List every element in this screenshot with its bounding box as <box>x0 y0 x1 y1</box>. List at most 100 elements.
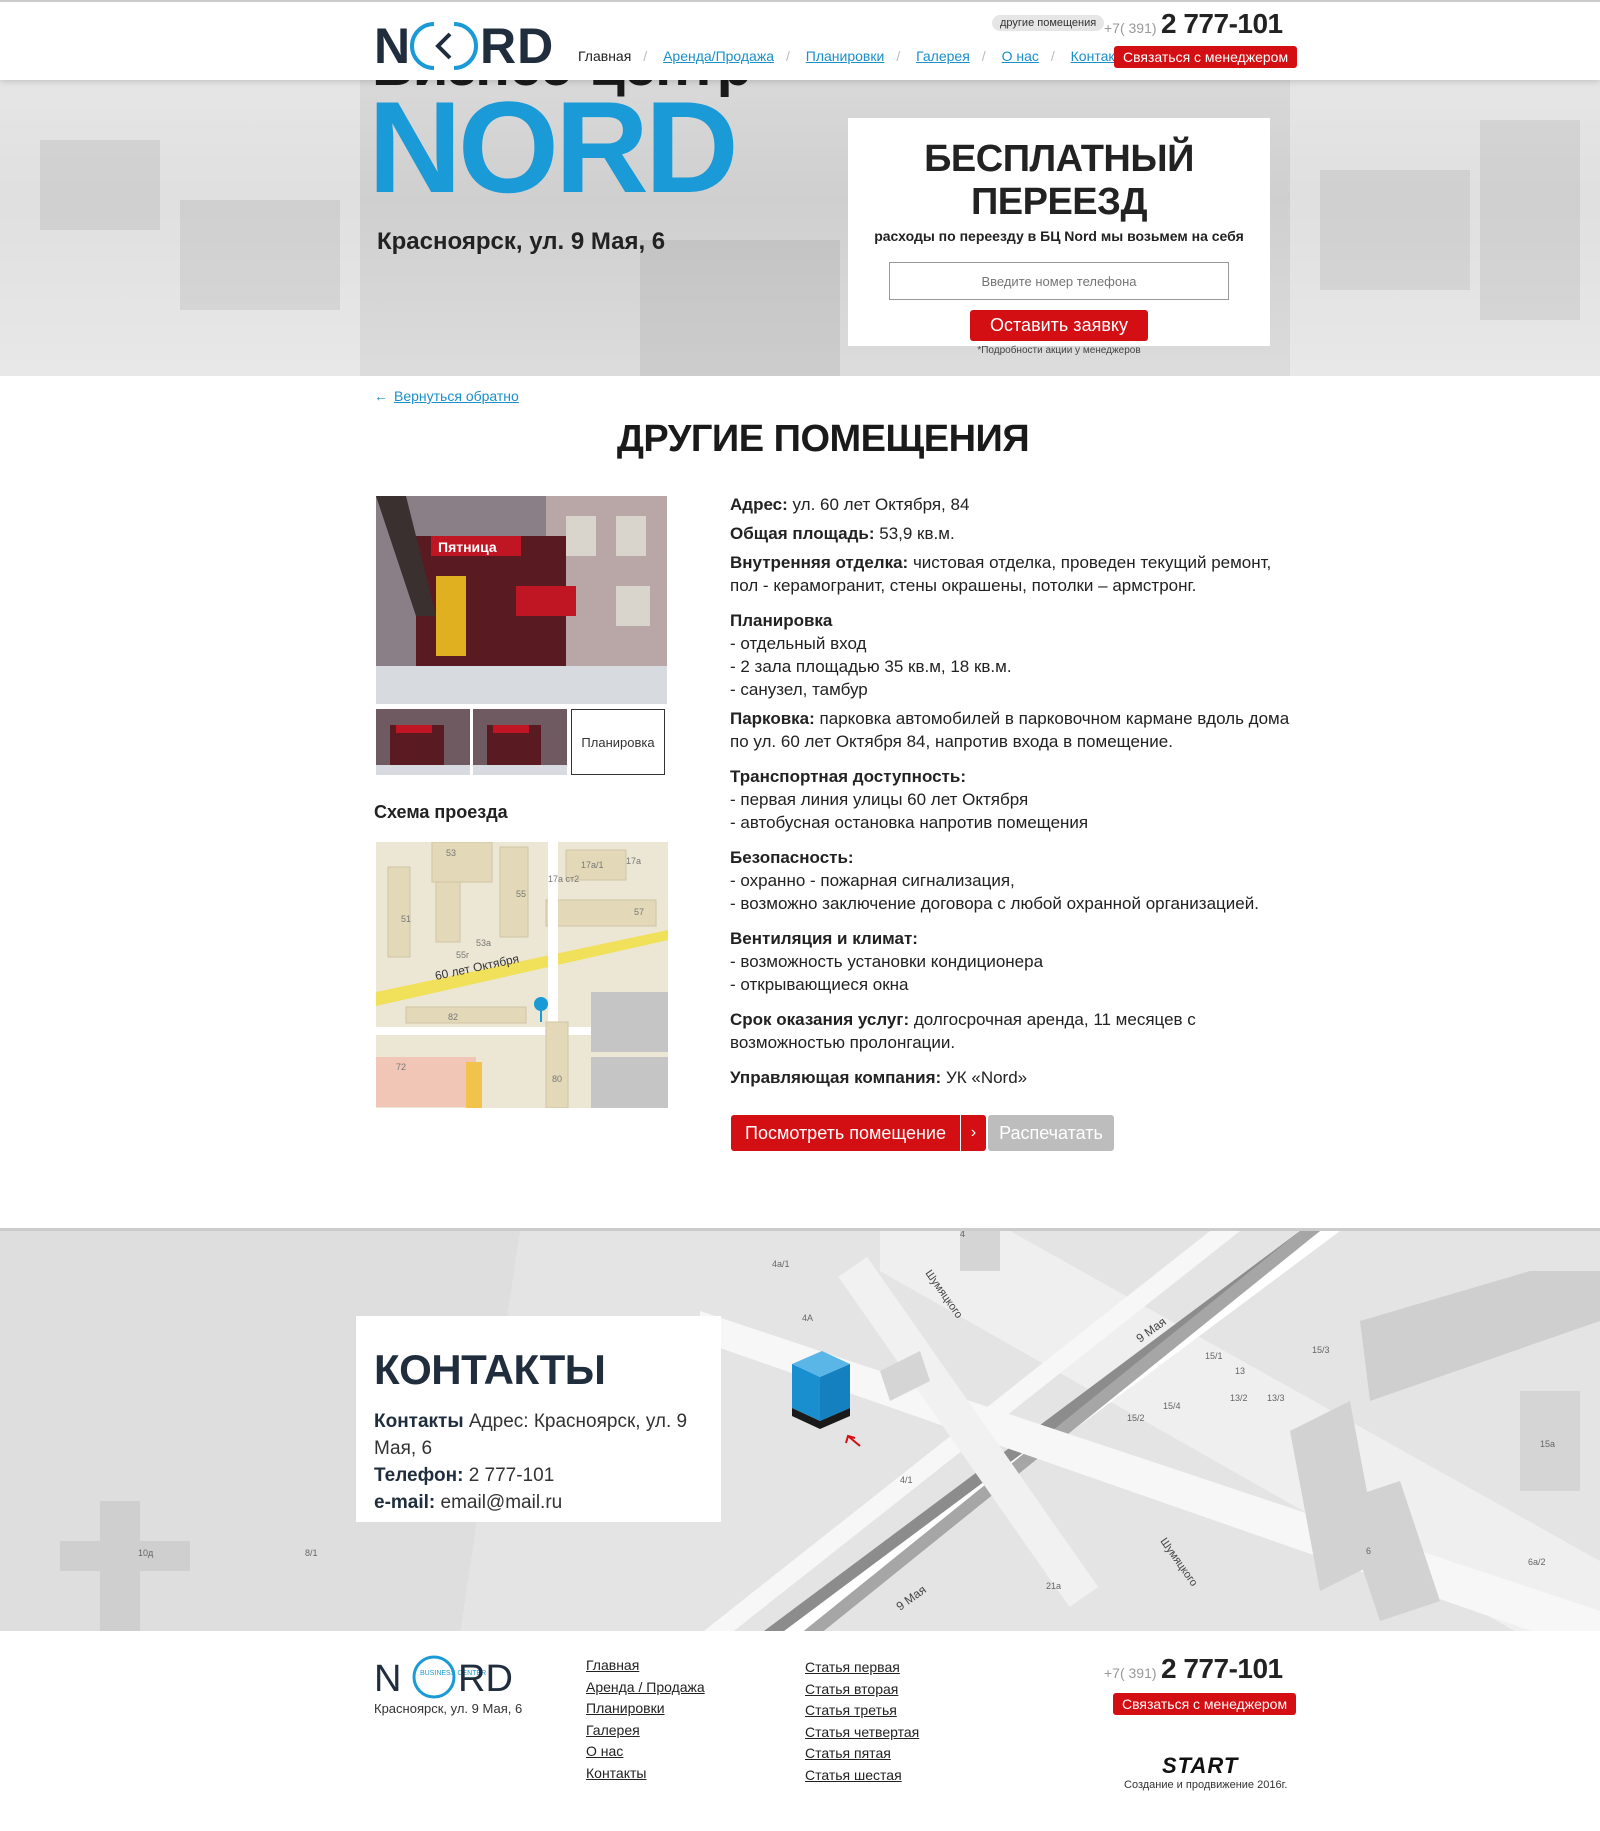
footer-articles: Статья первая Статья вторая Статья треть… <box>805 1657 919 1786</box>
area-value: 53,9 кв.м. <box>879 524 955 543</box>
route-map-icon: 60 лет Октября 53 51 55 57 53а 55г 82 72… <box>376 842 668 1108</box>
svg-text:53: 53 <box>446 848 456 858</box>
transport-item: - автобусная остановка напротив помещени… <box>730 813 1089 832</box>
footer-article-link[interactable]: Статья четвертая <box>805 1722 919 1744</box>
contacts-phone[interactable]: 2 777-101 <box>469 1465 555 1486</box>
management-value: УК «Nord» <box>945 1068 1028 1087</box>
view-room-button[interactable]: Посмотреть помещение › <box>731 1115 986 1151</box>
contacts-title: КОНТАКТЫ <box>374 1346 606 1393</box>
nav-item-gallery[interactable]: Галерея <box>916 48 970 64</box>
security-label: Безопасность: <box>730 848 854 867</box>
svg-text:21а: 21а <box>1046 1581 1061 1591</box>
svg-text:13/2: 13/2 <box>1230 1393 1248 1403</box>
svg-text:17а: 17а <box>626 856 641 866</box>
phone-number: 2 777-101 <box>1161 8 1283 39</box>
footer-contact-manager-button[interactable]: Связаться с менеджером <box>1113 1693 1297 1715</box>
nav-item-plans[interactable]: Планировки <box>806 48 885 64</box>
svg-text:15/4: 15/4 <box>1163 1401 1181 1411</box>
ventilation-label: Вентиляция и климат: <box>730 929 918 948</box>
svg-text:13/3: 13/3 <box>1267 1393 1285 1403</box>
submit-request-button[interactable]: Оставить заявку <box>970 310 1148 341</box>
nord-logo-icon: N RD <box>374 18 553 74</box>
svg-text:N: N <box>374 1658 401 1699</box>
back-link-label[interactable]: Вернуться обратно <box>394 388 519 404</box>
footer-article-link[interactable]: Статья пятая <box>805 1743 919 1765</box>
footer-link-contacts[interactable]: Контакты <box>586 1763 705 1785</box>
main-nav: Главная / Аренда/Продажа / Планировки / Гал… <box>578 48 1132 64</box>
print-button[interactable]: Распечатать <box>988 1115 1114 1151</box>
svg-text:4а/1: 4а/1 <box>772 1259 790 1269</box>
site-footer: N BUSINESS CENTER RD Красноярск, ул. 9 М… <box>0 1631 1600 1831</box>
footer-link-plans[interactable]: Планировки <box>586 1698 705 1720</box>
footer-link-home[interactable]: Главная <box>586 1655 705 1677</box>
security-item: - охранно - пожарная сигнализация, <box>730 871 1015 890</box>
svg-text:4А: 4А <box>802 1313 813 1323</box>
footer-article-link[interactable]: Статья третья <box>805 1700 919 1722</box>
photo-thumb-icon <box>376 709 470 775</box>
phone-code: +7( 391) <box>1104 20 1157 36</box>
start-logo[interactable]: START <box>1162 1753 1238 1779</box>
svg-text:57: 57 <box>634 907 644 917</box>
svg-text:80: 80 <box>552 1074 562 1084</box>
promo-title: БЕСПЛАТНЫЙ ПЕРЕЕЗД <box>924 138 1194 223</box>
address-label: Адрес: <box>730 495 788 514</box>
nav-item-about[interactable]: О нас <box>1002 48 1039 64</box>
footer-article-link[interactable]: Статья шестая <box>805 1765 919 1787</box>
phone-code: +7( 391) <box>1104 1665 1157 1681</box>
svg-text:N: N <box>374 18 411 74</box>
svg-text:6а/2: 6а/2 <box>1528 1557 1546 1567</box>
photo-sign-text: Пятница <box>438 539 497 555</box>
logo[interactable]: N RD <box>374 16 564 87</box>
hero-address: Красноярск, ул. 9 Мая, 6 <box>377 228 666 255</box>
hero-banner <box>0 80 1600 376</box>
svg-text:15/2: 15/2 <box>1127 1413 1145 1423</box>
hero-brand: NORD <box>368 74 739 220</box>
layout-item: - санузел, тамбур <box>730 680 868 699</box>
photo-thumb-1[interactable] <box>376 709 470 775</box>
ventilation-item: - возможность установки кондиционера <box>730 952 1044 971</box>
footer-nav: Главная Аренда / Продажа Планировки Гале… <box>586 1655 705 1784</box>
svg-text:13: 13 <box>1235 1366 1245 1376</box>
footer-article-link[interactable]: Статья первая <box>805 1657 919 1679</box>
nav-item-rent[interactable]: Аренда/Продажа <box>663 48 774 64</box>
svg-text:10д: 10д <box>138 1548 154 1558</box>
footer-address: Красноярск, ул. 9 Мая, 6 <box>374 1701 523 1716</box>
svg-text:6: 6 <box>1366 1546 1371 1556</box>
footer-logo[interactable]: N BUSINESS CENTER RD <box>374 1653 524 1704</box>
svg-text:4: 4 <box>960 1231 965 1239</box>
transport-label: Транспортная доступность: <box>730 767 966 786</box>
svg-text:15/3: 15/3 <box>1312 1345 1330 1355</box>
promo-subtitle: расходы по переезду в БЦ Nord мы возьмем… <box>874 228 1244 244</box>
phone-input[interactable] <box>889 262 1229 300</box>
svg-text:4/1: 4/1 <box>900 1475 913 1485</box>
footer-link-about[interactable]: О нас <box>586 1741 705 1763</box>
finish-label: Внутренняя отделка: <box>730 553 909 572</box>
footer-article-link[interactable]: Статья вторая <box>805 1679 919 1701</box>
svg-text:RD: RD <box>458 1658 513 1699</box>
back-link[interactable]: ← Вернуться обратно <box>374 388 519 404</box>
svg-text:15/1: 15/1 <box>1205 1351 1223 1361</box>
footer-link-rent[interactable]: Аренда / Продажа <box>586 1677 705 1699</box>
route-scheme-title: Схема проезда <box>374 802 508 822</box>
room-photo[interactable]: Пятница <box>376 496 667 704</box>
photo-thumb-2[interactable] <box>473 709 567 775</box>
footer-link-gallery[interactable]: Галерея <box>586 1720 705 1742</box>
svg-text:55г: 55г <box>456 950 470 960</box>
parking-label: Парковка: <box>730 709 815 728</box>
plan-thumb[interactable]: Планировка <box>571 709 665 775</box>
svg-text:15а: 15а <box>1540 1439 1555 1449</box>
other-rooms-pill[interactable]: другие помещения <box>992 15 1105 31</box>
address-value: ул. 60 лет Октября, 84 <box>792 495 970 514</box>
svg-text:17а ст2: 17а ст2 <box>548 874 579 884</box>
svg-text:72: 72 <box>396 1062 406 1072</box>
header-phone: +7( 391) 2 777-101 <box>1104 8 1283 40</box>
arrow-left-icon: ← <box>374 388 388 404</box>
management-label: Управляющая компания: <box>730 1068 942 1087</box>
route-scheme-map[interactable]: 60 лет Октября 53 51 55 57 53а 55г 82 72… <box>376 842 668 1108</box>
contacts-map[interactable]: 9 Мая 9 Мая Шумяцкого Шумяцкого 4а/1 4А … <box>0 1228 1600 1631</box>
contact-manager-button[interactable]: Связаться с менеджером <box>1114 46 1298 68</box>
transport-item: - первая линия улицы 60 лет Октября <box>730 790 1029 809</box>
footer-phone: +7( 391) 2 777-101 <box>1104 1653 1283 1685</box>
nav-item-home[interactable]: Главная <box>578 48 631 64</box>
contacts-email[interactable]: email@mail.ru <box>441 1492 563 1513</box>
